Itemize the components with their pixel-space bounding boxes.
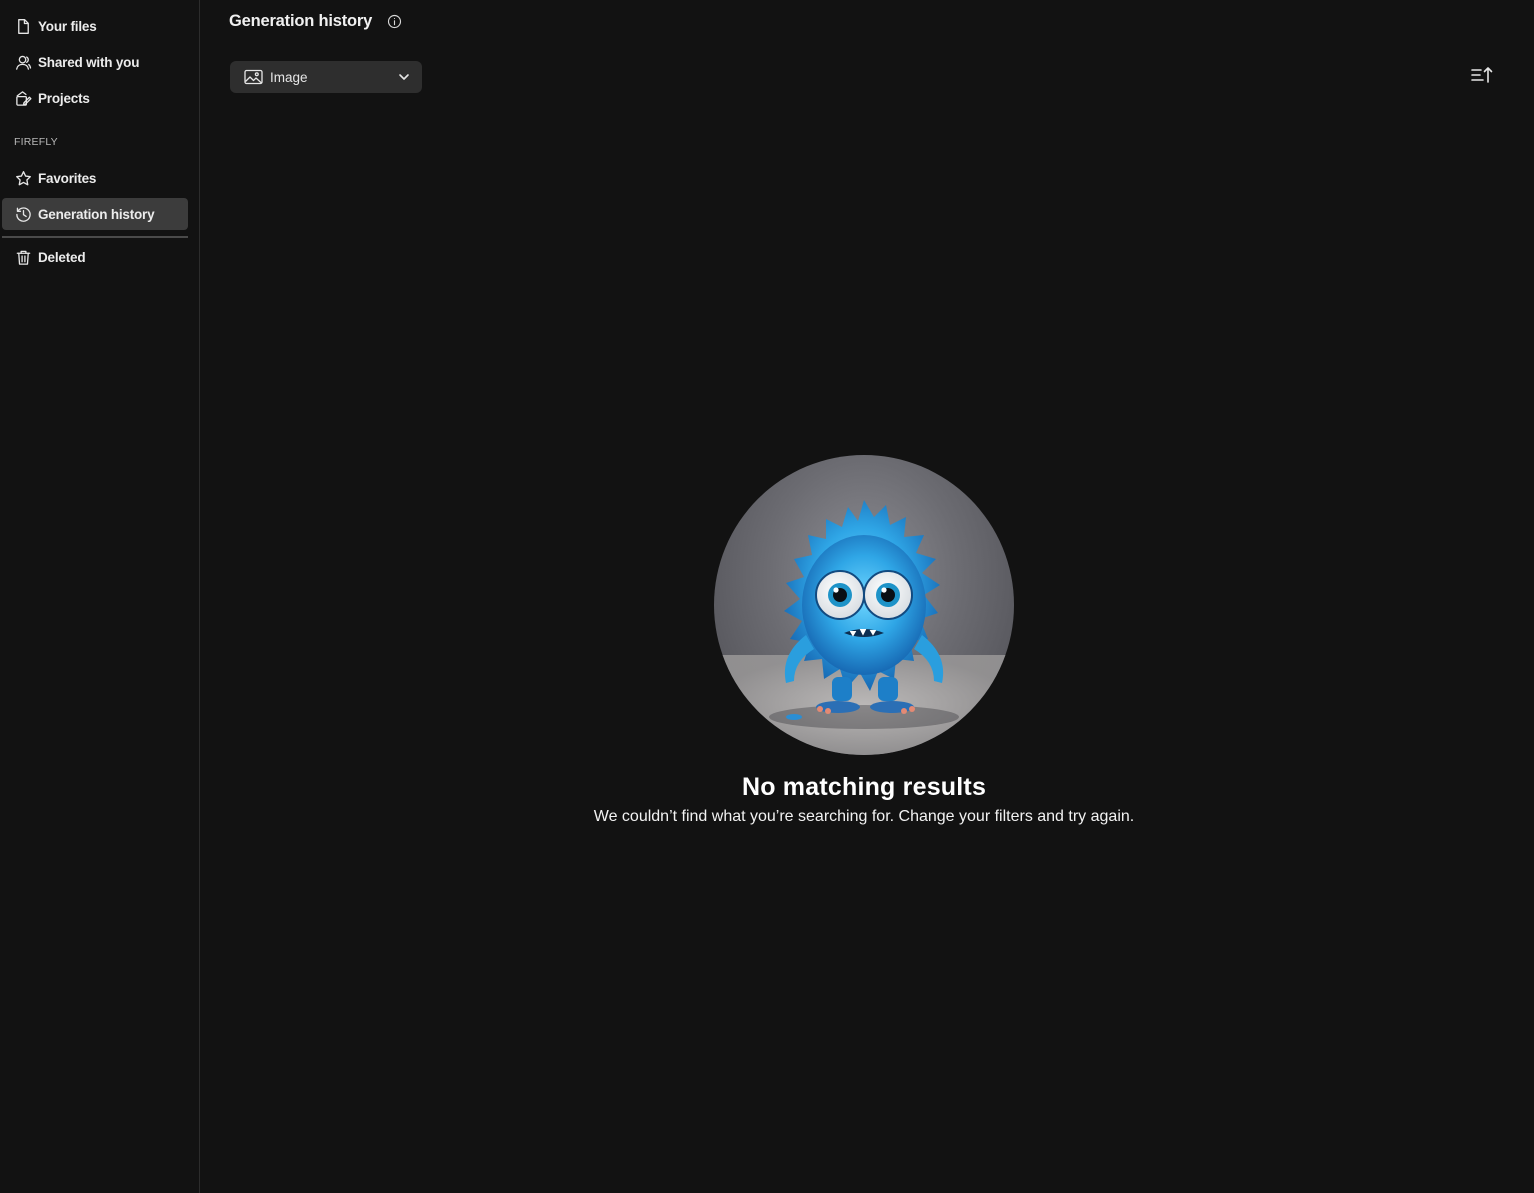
- info-icon[interactable]: [386, 13, 402, 29]
- sidebar-item-label: Generation history: [38, 206, 155, 222]
- projects-icon: [14, 89, 32, 107]
- star-icon: [14, 169, 32, 187]
- blue-furry-monster-illustration: [714, 455, 1014, 755]
- dropdown-selected-value: Image: [270, 69, 308, 85]
- empty-state-message: We couldn’t find what you’re searching f…: [593, 808, 1135, 825]
- page-title: Generation history: [229, 11, 373, 30]
- chevron-down-icon: [398, 71, 410, 83]
- app-window: Your files Shared with you Projects FIRE…: [0, 0, 1534, 1193]
- sort-ascending-icon: [1470, 65, 1494, 90]
- sidebar-item-deleted[interactable]: Deleted: [2, 241, 188, 273]
- sidebar-item-label: Projects: [38, 90, 90, 106]
- trash-icon: [14, 248, 32, 266]
- main-content: Generation history Image No matching res…: [201, 0, 1534, 1193]
- history-icon: [14, 205, 32, 223]
- empty-state: No matching results We couldn’t find wha…: [201, 455, 1527, 826]
- sidebar-item-label: Shared with you: [38, 54, 140, 70]
- sidebar-item-label: Your files: [38, 18, 97, 34]
- sidebar-item-shared-with-you[interactable]: Shared with you: [2, 46, 188, 78]
- file-icon: [14, 17, 32, 35]
- sidebar-item-generation-history[interactable]: Generation history: [2, 198, 188, 230]
- sidebar-item-label: Favorites: [38, 170, 97, 186]
- sidebar-divider: [2, 236, 188, 238]
- image-icon: [244, 69, 263, 85]
- section-label-firefly: FIREFLY: [14, 136, 58, 148]
- content-type-dropdown[interactable]: Image: [230, 61, 422, 93]
- sidebar: Your files Shared with you Projects FIRE…: [0, 0, 200, 1193]
- sidebar-item-projects[interactable]: Projects: [2, 82, 188, 114]
- sidebar-item-your-files[interactable]: Your files: [2, 10, 188, 42]
- person-icon: [14, 53, 32, 71]
- sidebar-item-favorites[interactable]: Favorites: [2, 162, 188, 194]
- sidebar-item-label: Deleted: [38, 249, 86, 265]
- page-header: Generation history: [229, 10, 402, 32]
- empty-state-title: No matching results: [741, 773, 987, 801]
- sort-button[interactable]: [1470, 66, 1494, 88]
